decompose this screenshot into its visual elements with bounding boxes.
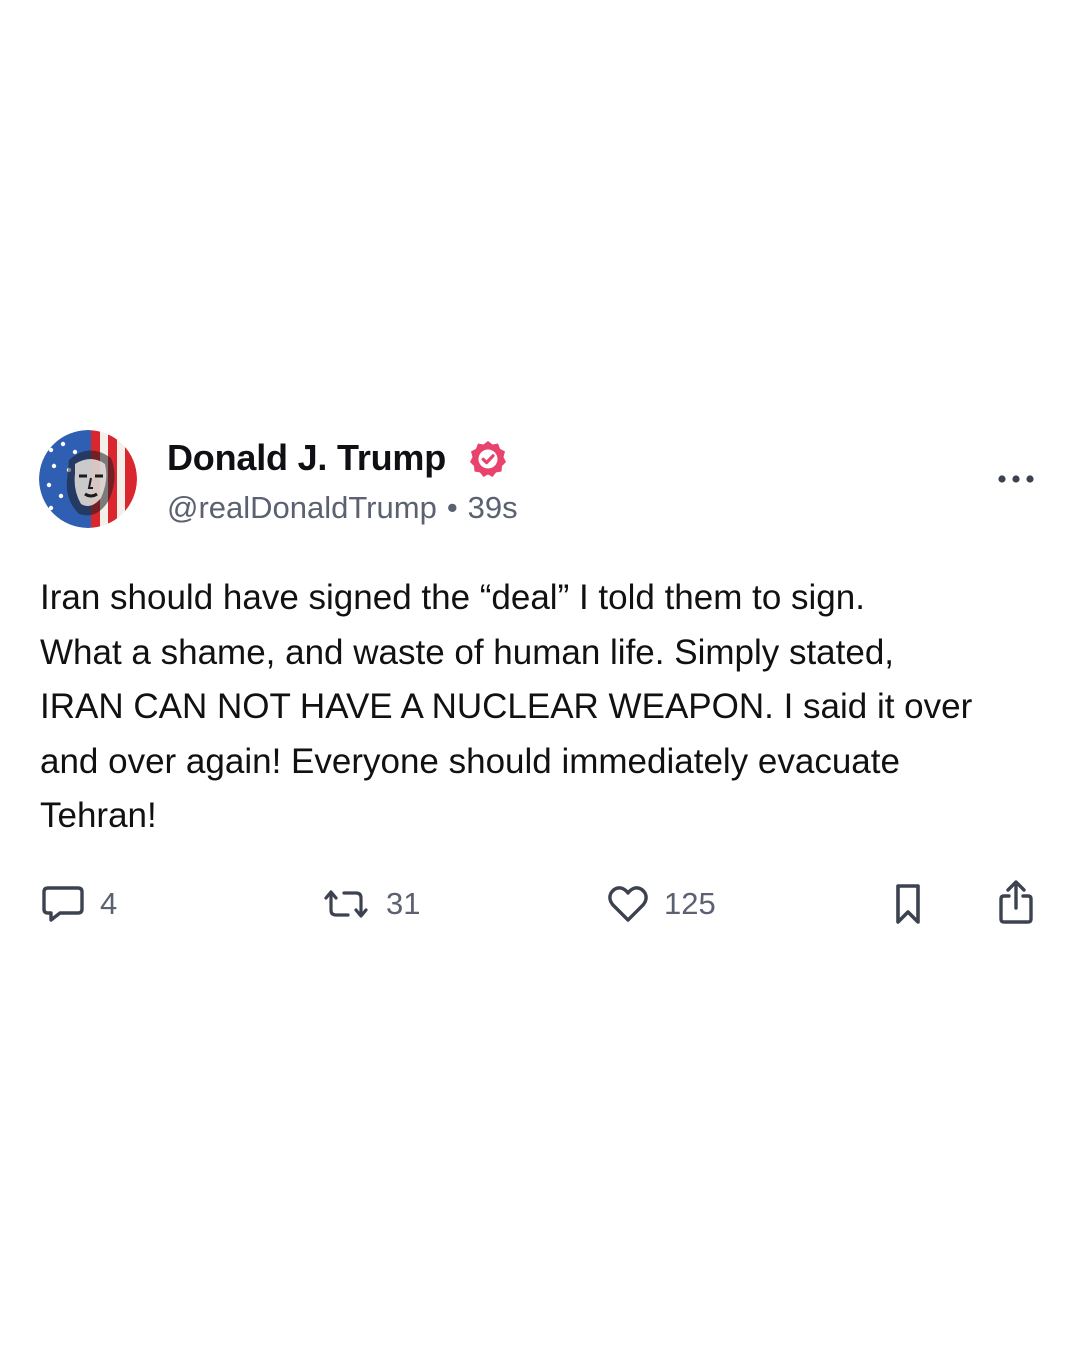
avatar[interactable]	[39, 430, 137, 528]
post-text-line: and over again! Everyone should immediat…	[40, 741, 900, 781]
repost-icon	[324, 890, 368, 918]
post-text-line: Tehran!	[40, 796, 157, 835]
heart-icon	[608, 886, 648, 922]
post-text-line: Iran should have signed the “deal” I tol…	[40, 578, 865, 617]
bookmark-button[interactable]	[886, 880, 930, 928]
bookmark-icon	[896, 884, 920, 924]
author-display-name[interactable]: Donald J. Trump	[167, 437, 446, 479]
share-button[interactable]	[994, 878, 1038, 926]
comment-icon	[42, 886, 84, 922]
like-count: 125	[664, 886, 716, 921]
reply-button[interactable]: 4	[40, 880, 117, 928]
reply-count: 4	[100, 886, 118, 921]
post-timestamp[interactable]: 39s	[468, 490, 518, 526]
verified-badge-icon	[470, 441, 506, 477]
like-button[interactable]: 125	[606, 880, 716, 928]
share-icon	[999, 880, 1033, 924]
author-meta: @realDonaldTrump • 39s	[167, 490, 518, 526]
user-avatar-flag-portrait-icon	[39, 430, 137, 528]
meta-separator: •	[446, 490, 458, 525]
author-handle[interactable]: @realDonaldTrump	[167, 490, 437, 526]
repost-button[interactable]: 31	[320, 880, 420, 928]
repost-count: 31	[386, 886, 421, 921]
more-horizontal-icon[interactable]	[994, 466, 1038, 492]
post-text-line: IRAN CAN NOT HAVE A NUCLEAR WEAPON. I sa…	[40, 687, 973, 726]
post-text: Iran should have signed the “deal” I tol…	[40, 571, 1050, 844]
post-card: Donald J. Trump @realDonaldTrump • 39s Ira…	[0, 0, 1080, 1349]
post-text-line: What a shame, and waste of human life. S…	[40, 632, 895, 672]
